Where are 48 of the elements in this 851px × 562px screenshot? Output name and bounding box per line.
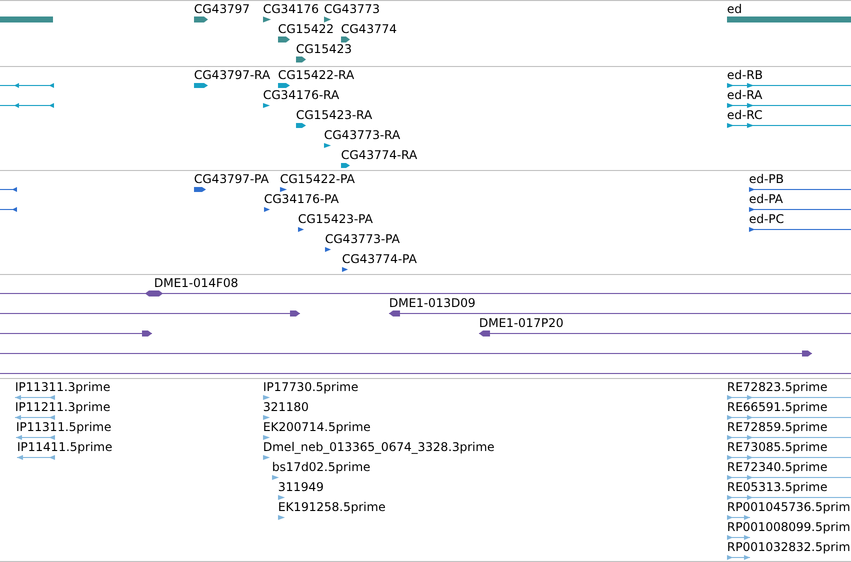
- protein-label: CG34176-PA: [264, 192, 339, 206]
- est-label: RP001008099.5prim: [727, 520, 850, 534]
- clone-label: DME1-017P20: [479, 316, 564, 330]
- est-label: RE73085.5prime: [727, 440, 828, 454]
- est-label: EK200714.5prime: [263, 420, 371, 434]
- est-label: IP11311.3prime: [15, 380, 110, 394]
- transcript-label: ed-RC: [727, 108, 762, 122]
- gene-label: CG15423: [296, 42, 352, 56]
- gene-label: CG34176: [263, 2, 319, 16]
- est-label: RE05313.5prime: [727, 480, 828, 494]
- transcript-label: ed-RB: [727, 68, 763, 82]
- protein-label: CG15423-PA: [298, 212, 373, 226]
- est-label: IP11211.3prime: [15, 400, 110, 414]
- est-label: RE72859.5prime: [727, 420, 828, 434]
- est-label: IP11311.5prime: [16, 420, 112, 434]
- transcript-label: CG15423-RA: [296, 108, 372, 122]
- protein-label: ed-PC: [749, 212, 784, 226]
- transcript-label: CG43774-RA: [341, 148, 418, 162]
- protein-label: CG43797-PA: [194, 172, 269, 186]
- gene-label: CG43774: [341, 22, 397, 36]
- est-label: Dmel_neb_013365_0674_3328.3prime: [263, 440, 495, 454]
- clone-label: DME1-014F08: [154, 276, 238, 290]
- est-label: 321180: [263, 400, 309, 414]
- est-label: EK191258.5prime: [278, 500, 386, 514]
- gene-label: CG43797: [194, 2, 250, 16]
- est-label: RE72340.5prime: [727, 460, 828, 474]
- gene-label: ed: [727, 2, 742, 16]
- transcript-label: CG43773-RA: [324, 128, 400, 142]
- protein-label: CG43774-PA: [342, 252, 417, 266]
- transcript-label: CG43797-RA: [194, 68, 270, 82]
- transcript-label: ed-RA: [727, 88, 762, 102]
- est-label: IP17730.5prime: [263, 380, 358, 394]
- est-label: RE66591.5prime: [727, 400, 828, 414]
- transcript-label: CG34176-RA: [263, 88, 340, 102]
- clone-label: DME1-013D09: [389, 296, 476, 310]
- protein-label: ed-PA: [749, 192, 784, 206]
- est-label: IP11411.5prime: [17, 440, 112, 454]
- est-label: 311949: [278, 480, 324, 494]
- protein-label: CG43773-PA: [325, 232, 400, 246]
- est-label: bs17d02.5prime: [272, 460, 370, 474]
- gene-label: CG43773: [324, 2, 380, 16]
- protein-label: ed-PB: [749, 172, 784, 186]
- protein-label: CG15422-PA: [280, 172, 355, 186]
- est-label: RP001032832.5prim: [727, 540, 850, 554]
- transcript-label: CG15422-RA: [278, 68, 354, 82]
- est-label: RP001045736.5prim: [727, 500, 850, 514]
- est-label: RE72823.5prime: [727, 380, 828, 394]
- gene-label: CG15422: [278, 22, 334, 36]
